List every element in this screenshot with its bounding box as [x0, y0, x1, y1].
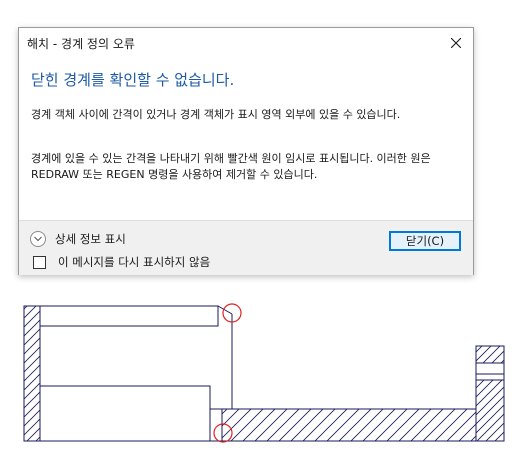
dont-show-again-option[interactable]: 이 메시지를 다시 표시하지 않음: [33, 254, 210, 270]
left-hatched-wall: [23, 305, 41, 442]
close-icon: [451, 38, 461, 48]
close-button[interactable]: 닫기(C): [389, 231, 461, 251]
dialog-titlebar[interactable]: 해치 - 경계 정의 오류: [19, 28, 473, 58]
close-window-button[interactable]: [439, 28, 473, 58]
dont-show-again-checkbox[interactable]: [33, 255, 46, 269]
expander-button[interactable]: [30, 231, 46, 247]
description-text-2: 경계에 있을 수 있는 간격을 나타내기 위해 빨간색 원이 임시로 표시됩니다…: [31, 152, 431, 181]
show-details-label: 상세 정보 표시: [55, 232, 126, 246]
chevron-down-icon: [34, 236, 42, 242]
dialog-footer: 상세 정보 표시 이 메시지를 다시 표시하지 않음 닫기(C): [19, 220, 473, 275]
dialog-title: 해치 - 경계 정의 오류: [27, 37, 135, 51]
dialog-content: 닫힌 경계를 확인할 수 없습니다. 경계 객체 사이에 간격이 있거나 경계 …: [19, 58, 473, 220]
dont-show-again-label: 이 메시지를 다시 표시하지 않음: [58, 255, 211, 269]
hatch-error-dialog: 해치 - 경계 정의 오류 닫힌 경계를 확인할 수 없습니다. 경계 객체 사…: [18, 27, 474, 275]
right-hatched-block: [475, 345, 505, 442]
main-instruction: 닫힌 경계를 확인할 수 없습니다.: [31, 71, 235, 89]
description-text-1: 경계 객체 사이에 간격이 있거나 경계 객체가 표시 영역 외부에 있을 수 …: [31, 108, 401, 121]
bottom-hatched-plate: [221, 408, 477, 442]
show-details-expander[interactable]: 상세 정보 표시: [30, 230, 126, 248]
